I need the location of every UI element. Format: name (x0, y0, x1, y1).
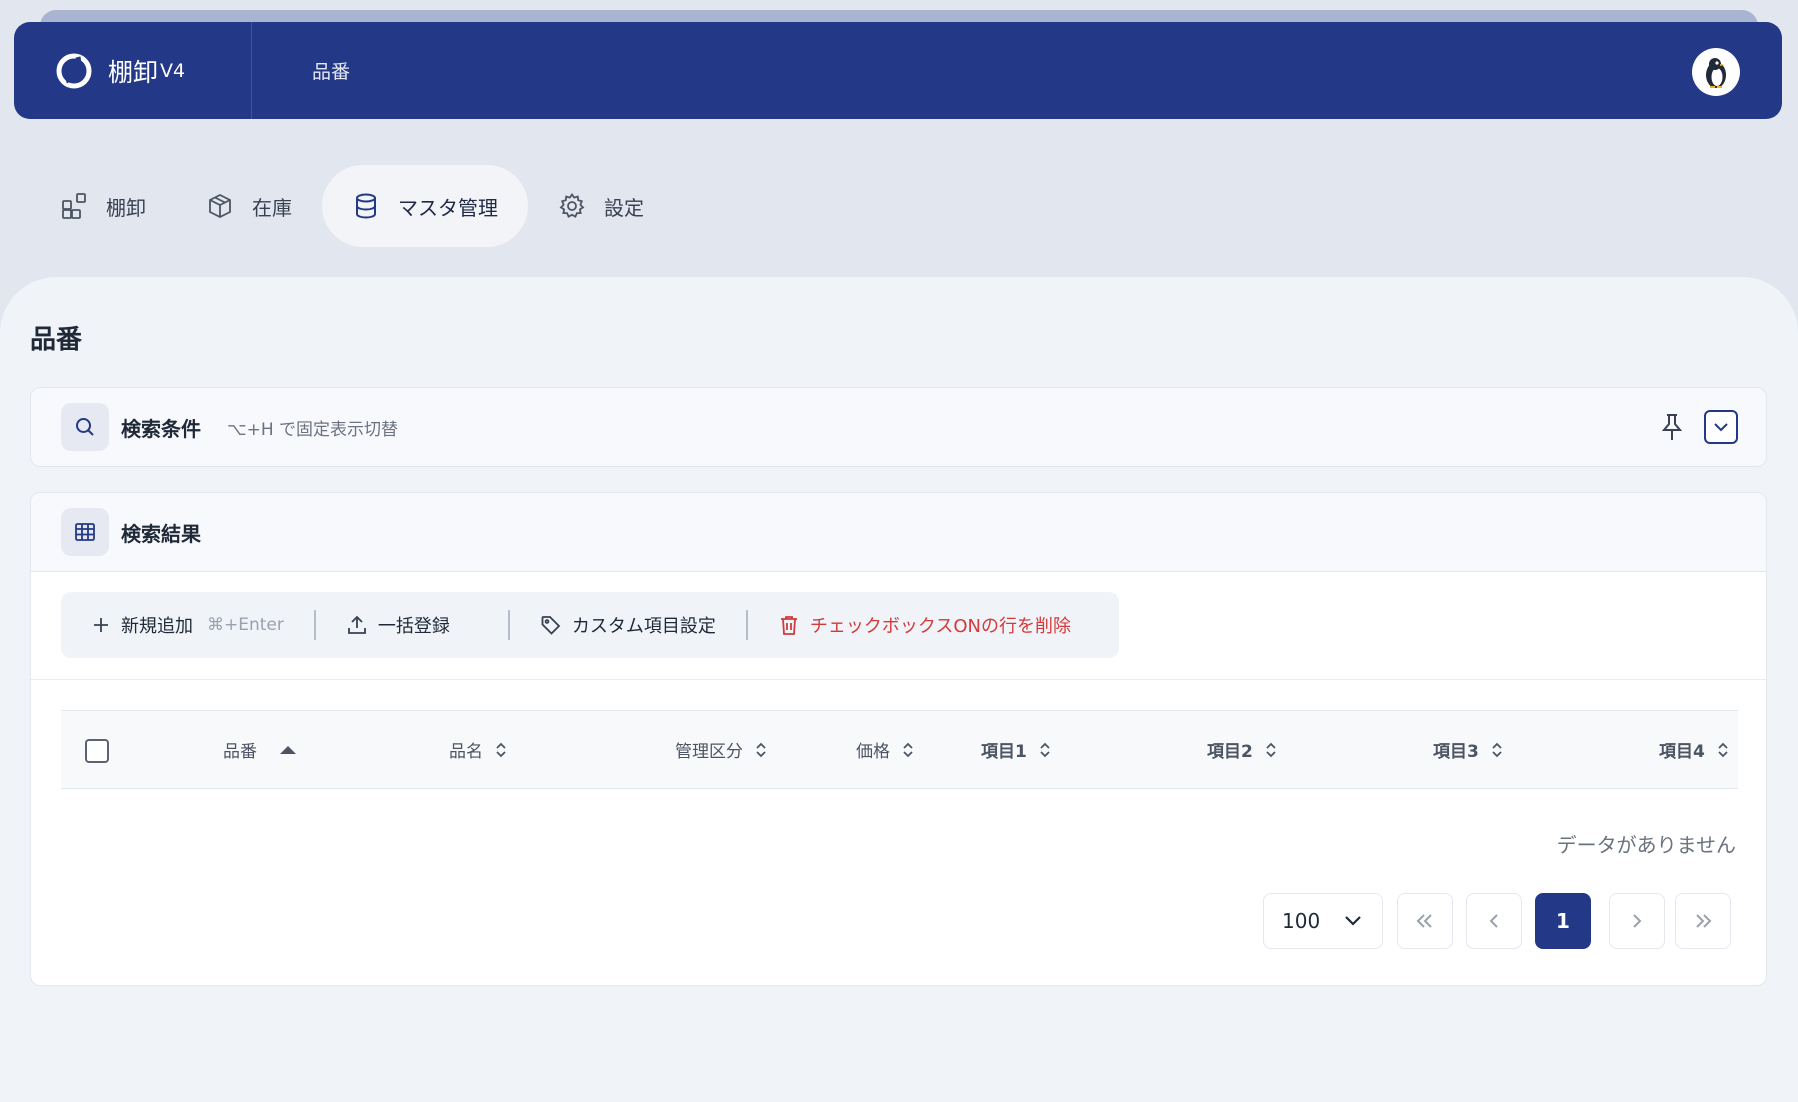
brand[interactable]: 棚卸 V4 (14, 22, 252, 119)
nav-item-settings[interactable]: 設定 (528, 165, 674, 247)
avatar[interactable] (1692, 48, 1740, 96)
page-size-select[interactable]: 100 (1263, 893, 1383, 949)
penguin-avatar-icon (1706, 58, 1726, 88)
toolbar: 新規追加 ⌘+Enter 一括登録 カスタム項目設定 チェックボックスONの行を… (61, 592, 1119, 658)
main-nav: 棚卸 在庫 マスタ管理 設定 (30, 165, 674, 247)
search-title: 検索条件 (121, 416, 201, 441)
sort-icon (496, 742, 506, 757)
delete-checked-label: チェックボックスONの行を削除 (809, 616, 1071, 637)
nav-item-master[interactable]: マスタ管理 (322, 165, 528, 247)
table-chip (61, 508, 109, 556)
table-header: 品番 品名 管理区分 価格 項目1 項目2 項目3 項目4 (61, 710, 1738, 789)
custom-fields-button[interactable]: カスタム項目設定 (510, 592, 746, 658)
add-new-label: 新規追加 (121, 616, 193, 637)
add-new-shortcut: ⌘+Enter (207, 615, 284, 635)
expand-toggle-button[interactable] (1704, 410, 1738, 444)
column-header-item4[interactable]: 項目4 (1659, 711, 1729, 788)
plus-icon (94, 618, 108, 632)
search-chip (61, 403, 109, 451)
last-page-button[interactable] (1675, 893, 1731, 949)
sort-icon (756, 742, 766, 757)
column-header-item1[interactable]: 項目1 (981, 711, 1051, 788)
chevrons-left-icon (1416, 914, 1432, 928)
empty-message: データがありません (1556, 833, 1736, 857)
chevron-down-icon (1714, 423, 1728, 432)
chevron-down-icon (1345, 916, 1361, 926)
upload-icon (347, 615, 366, 634)
column-label: 管理区分 (675, 742, 743, 762)
column-label: 品名 (449, 742, 483, 762)
sort-icon (903, 742, 913, 757)
search-icon (76, 418, 94, 436)
nav-item-label: マスタ管理 (398, 195, 498, 220)
results-header: 検索結果 (31, 493, 1766, 572)
box-icon (209, 193, 231, 219)
delete-checked-button[interactable]: チェックボックスONの行を削除 (748, 592, 1101, 658)
column-header-price[interactable]: 価格 (856, 711, 914, 788)
prev-page-button[interactable] (1466, 893, 1522, 949)
chevrons-right-icon (1696, 914, 1712, 928)
next-page-button[interactable] (1609, 893, 1665, 949)
nav-item-stock[interactable]: 在庫 (176, 165, 322, 247)
search-hint: ⌥+H で固定表示切替 (227, 419, 399, 440)
sort-asc-icon (280, 745, 296, 754)
header-breadcrumb: 品番 (312, 61, 351, 83)
chevron-left-icon (1489, 914, 1498, 928)
table-icon (75, 523, 95, 541)
nav-item-inventory-count[interactable]: 棚卸 (30, 165, 176, 247)
column-header-part-number[interactable]: 品番 (223, 711, 299, 788)
search-panel[interactable]: 検索条件 ⌥+H で固定表示切替 (30, 387, 1767, 467)
nav-item-label: 棚卸 (106, 195, 146, 220)
current-page-number: 1 (1556, 909, 1570, 933)
nav-item-label: 設定 (604, 195, 644, 220)
add-new-button[interactable]: 新規追加 ⌘+Enter (61, 592, 314, 658)
column-header-category[interactable]: 管理区分 (675, 711, 767, 788)
tag-icon (541, 616, 561, 635)
app-logo-icon (56, 53, 92, 88)
toolbar-area: 新規追加 ⌘+Enter 一括登録 カスタム項目設定 チェックボックスONの行を… (31, 572, 1766, 680)
app-version: V4 (160, 59, 186, 82)
page-size-value: 100 (1282, 909, 1321, 933)
main-content: 品番 検索条件 ⌥+H で固定表示切替 検索結果 新規追加 ⌘+Enter 一括… (0, 277, 1798, 1102)
results-panel: 検索結果 新規追加 ⌘+Enter 一括登録 カスタム項目設定 チェックボックス… (30, 492, 1767, 986)
pin-icon[interactable] (1658, 412, 1686, 442)
column-header-item3[interactable]: 項目3 (1433, 711, 1503, 788)
nav-item-label: 在庫 (252, 195, 292, 220)
sort-icon (1718, 742, 1728, 757)
trash-icon (780, 616, 797, 635)
app-name: 棚卸 (108, 57, 159, 87)
chevron-right-icon (1633, 914, 1642, 928)
custom-fields-label: カスタム項目設定 (571, 616, 716, 637)
column-header-part-name[interactable]: 品名 (449, 711, 507, 788)
sort-icon (1040, 742, 1050, 757)
page-title: 品番 (30, 325, 83, 355)
page-button-current[interactable]: 1 (1535, 893, 1591, 949)
blocks-icon (62, 193, 86, 219)
column-label: 品番 (223, 742, 257, 762)
column-header-item2[interactable]: 項目2 (1207, 711, 1277, 788)
column-label: 項目1 (981, 742, 1027, 762)
column-label: 価格 (856, 742, 890, 762)
database-icon (356, 193, 376, 219)
sort-icon (1266, 742, 1276, 757)
first-page-button[interactable] (1397, 893, 1453, 949)
results-title: 検索結果 (121, 521, 201, 546)
sort-icon (1492, 742, 1502, 757)
select-all-checkbox[interactable] (85, 739, 109, 763)
column-label: 項目3 (1433, 742, 1479, 762)
app-header: 棚卸 V4 品番 (14, 22, 1782, 119)
bulk-register-label: 一括登録 (377, 616, 450, 637)
column-label: 項目2 (1207, 742, 1253, 762)
gear-icon (559, 192, 585, 218)
bulk-register-button[interactable]: 一括登録 (316, 592, 508, 658)
column-label: 項目4 (1659, 742, 1705, 762)
